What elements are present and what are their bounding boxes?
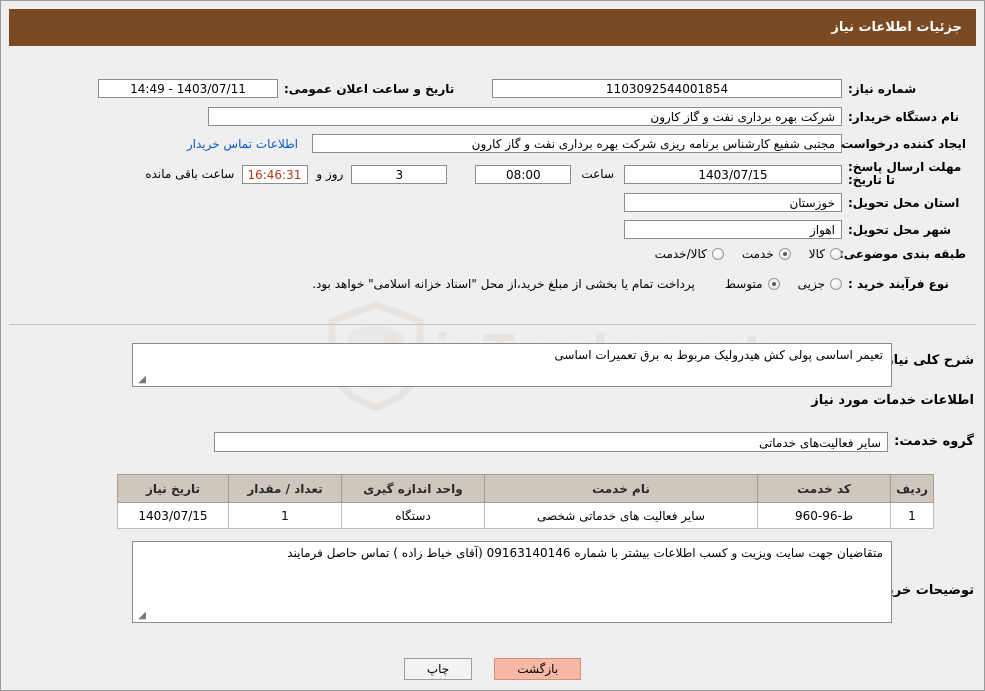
- hour-label: ساعت: [581, 167, 614, 181]
- category-option-label: کالا: [808, 247, 825, 261]
- footer-actions: بازگشت چاپ: [1, 658, 984, 680]
- service-section-title: اطلاعات خدمات مورد نیاز: [811, 393, 974, 408]
- lower-section: شرح کلی نیاز: تعیمر اساسی پولی کش هیدرول…: [9, 331, 976, 682]
- process-note: پرداخت تمام یا بخشی از مبلغ خرید،از محل …: [312, 277, 695, 291]
- buyer-notes-textarea[interactable]: متقاضیان جهت سایت ویزیت و کسب اطلاعات بی…: [132, 541, 892, 623]
- row-deadline: مهلت ارسال پاسخ: تا تاریخ: 1403/07/15 سا…: [145, 161, 966, 187]
- th-service-code: کد خدمت: [757, 474, 891, 503]
- buyer-notes-value: متقاضیان جهت سایت ویزیت و کسب اطلاعات بی…: [287, 546, 883, 560]
- cell-quantity: 1: [228, 502, 342, 529]
- process-option-motavaset[interactable]: متوسط: [725, 277, 780, 291]
- hour-value: 08:00: [475, 164, 572, 184]
- category-option-kala-khedmat[interactable]: کالا/خدمت: [655, 247, 724, 261]
- buyer-org-value: شرکت بهره برداری نفت و گاز کارون: [208, 107, 842, 126]
- description-value: تعیمر اساسی پولی کش هیدرولیک مربوط به بر…: [554, 348, 883, 362]
- th-unit: واحد اندازه گیری: [341, 474, 485, 503]
- print-button[interactable]: چاپ: [403, 658, 473, 680]
- city-value: اهواز: [624, 220, 842, 239]
- timer-label: ساعت باقی مانده: [145, 167, 235, 181]
- page-root: جزئیات اطلاعات نیاز AriaTender.net شماره…: [0, 0, 985, 691]
- category-label: طبقه بندی موضوعی:: [838, 247, 966, 261]
- cell-unit: دستگاه: [341, 502, 485, 529]
- need-number-label: شماره نیاز:: [848, 81, 917, 96]
- service-group-value: سایر فعالیت‌های خدماتی: [214, 432, 888, 452]
- service-group-label: گروه خدمت:: [894, 434, 974, 449]
- public-date-label: تاریخ و ساعت اعلان عمومی:: [284, 81, 455, 96]
- timer-value: 16:46:31: [242, 164, 309, 184]
- need-details-panel: AriaTender.net شماره نیاز: 1103092544001…: [9, 53, 976, 411]
- category-option-label: کالا/خدمت: [654, 247, 707, 261]
- requester-label: ایجاد کننده درخواست:: [836, 136, 966, 151]
- page-header: جزئیات اطلاعات نیاز: [9, 9, 976, 46]
- category-option-label: خدمت: [741, 247, 774, 261]
- cell-need-date: 1403/07/15: [117, 502, 229, 529]
- days-label: روز و: [316, 167, 344, 181]
- row-city: شهر محل تحویل: اهواز: [624, 220, 966, 239]
- days-value: 3: [351, 164, 448, 184]
- row-public-date: تاریخ و ساعت اعلان عمومی: 1403/07/11 - 1…: [98, 79, 476, 98]
- deadline-label: مهلت ارسال پاسخ: تا تاریخ:: [848, 160, 962, 187]
- cell-row-no: 1: [890, 502, 934, 529]
- table-row: 1 ط-96-960 سایر فعالیت های خدماتی شخصی د…: [117, 502, 934, 529]
- process-option-jozii[interactable]: جزیی: [798, 277, 842, 291]
- th-need-date: تاریخ نیاز: [117, 474, 229, 503]
- cell-service-name: سایر فعالیت های خدماتی شخصی: [484, 502, 758, 529]
- buyer-org-label: نام دستگاه خریدار:: [848, 109, 959, 124]
- buyer-contact-link[interactable]: اطلاعات تماس خریدار: [187, 137, 298, 151]
- back-button[interactable]: بازگشت: [494, 658, 582, 680]
- radio-icon[interactable]: [830, 248, 842, 260]
- th-quantity: تعداد / مقدار: [228, 474, 342, 503]
- description-label: شرح کلی نیاز:: [880, 353, 974, 368]
- province-label: استان محل تحویل:: [848, 195, 960, 210]
- public-date-value: 1403/07/11 - 14:49: [98, 79, 278, 98]
- category-option-khedmat[interactable]: خدمت: [742, 247, 791, 261]
- row-requester: ایجاد کننده درخواست: مجتبی شفیع کارشناس …: [187, 134, 966, 153]
- row-process-type: نوع فرآیند خرید : جزیی متوسط پرداخت تمام…: [312, 277, 966, 291]
- resize-grip-icon[interactable]: ◢: [136, 375, 146, 385]
- resize-grip-icon[interactable]: ◢: [136, 611, 146, 621]
- city-label: شهر محل تحویل:: [848, 222, 952, 237]
- need-number-value: 1103092544001854: [492, 79, 842, 98]
- radio-icon[interactable]: [711, 248, 724, 260]
- province-value: خوزستان: [624, 193, 842, 212]
- category-option-kala[interactable]: کالا: [809, 247, 842, 261]
- th-row-no: ردیف: [890, 474, 934, 503]
- process-label: نوع فرآیند خرید :: [848, 277, 949, 291]
- requester-value: مجتبی شفیع کارشناس برنامه ریزی شرکت بهره…: [312, 134, 842, 153]
- row-province: استان محل تحویل: خوزستان: [624, 193, 966, 212]
- page-title: جزئیات اطلاعات نیاز: [831, 20, 962, 35]
- cell-service-code: ط-96-960: [757, 502, 891, 529]
- radio-icon[interactable]: [830, 278, 842, 290]
- process-option-label: متوسط: [724, 277, 763, 291]
- services-table-wrapper: ردیف کد خدمت نام خدمت واحد اندازه گیری ت…: [117, 474, 934, 529]
- process-option-label: جزیی: [797, 277, 825, 291]
- radio-icon[interactable]: [778, 248, 791, 260]
- row-buyer-org: نام دستگاه خریدار: شرکت بهره برداری نفت …: [208, 107, 966, 126]
- services-table: ردیف کد خدمت نام خدمت واحد اندازه گیری ت…: [117, 474, 934, 529]
- description-textarea[interactable]: تعیمر اساسی پولی کش هیدرولیک مربوط به بر…: [132, 343, 892, 387]
- deadline-date-value: 1403/07/15: [624, 164, 842, 184]
- table-header-row: ردیف کد خدمت نام خدمت واحد اندازه گیری ت…: [117, 474, 934, 503]
- row-need-number: شماره نیاز: 1103092544001854: [492, 79, 966, 98]
- radio-icon[interactable]: [767, 278, 780, 290]
- row-category: طبقه بندی موضوعی: کالا خدمت کالا/خدمت: [637, 247, 966, 261]
- th-service-name: نام خدمت: [484, 474, 758, 503]
